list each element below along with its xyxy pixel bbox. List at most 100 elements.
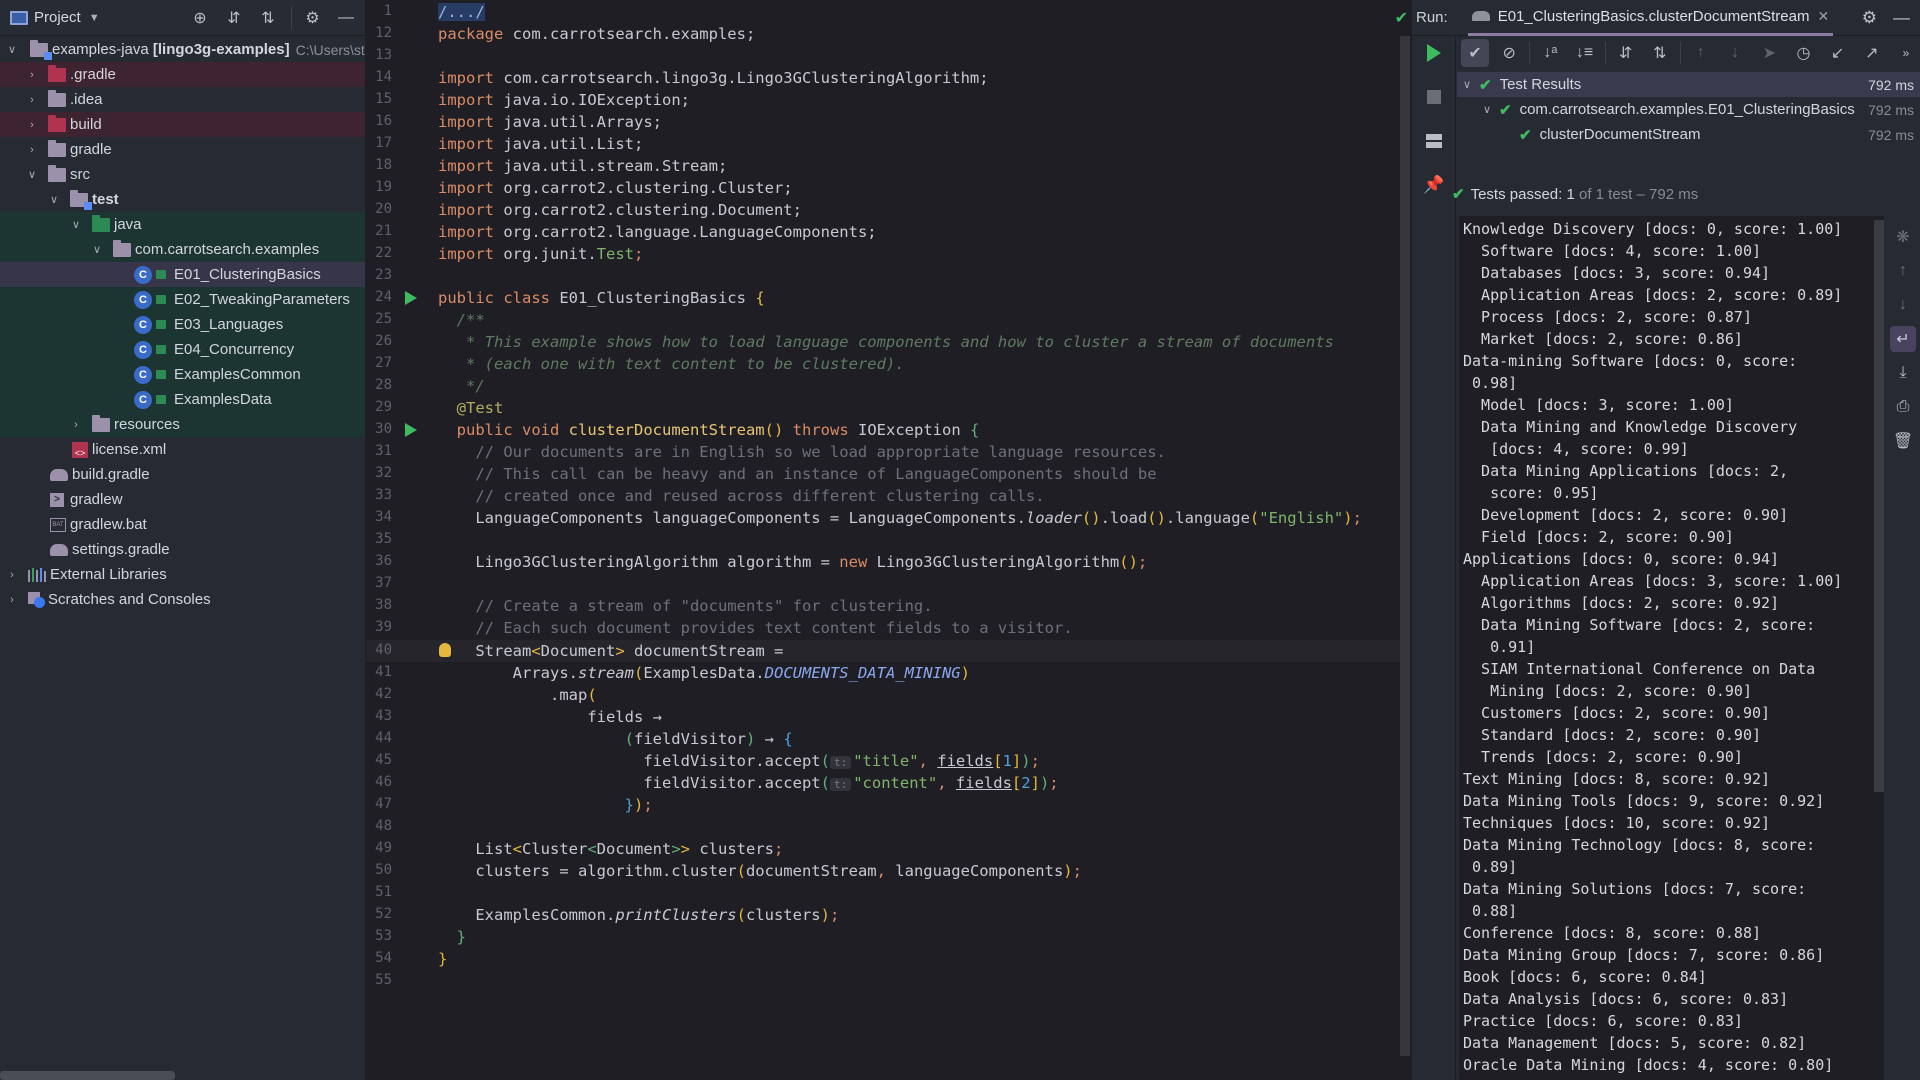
line-number: 28 [375, 377, 392, 393]
export-tests-icon[interactable]: ↗ [1858, 39, 1886, 67]
tree-item-src[interactable]: ∨ src [0, 162, 365, 187]
sort-alphabetically-button[interactable]: ↓ᵃ [1536, 39, 1564, 67]
run-test-gutter-icon[interactable] [405, 423, 417, 437]
lightbulb-icon[interactable] [439, 643, 451, 657]
tree-item-test[interactable]: ∨ test [0, 187, 365, 212]
tree-item-license-xml[interactable]: <> license.xml [0, 437, 365, 462]
chevron-down-icon[interactable]: ∨ [89, 243, 105, 256]
chevron-right-icon[interactable]: › [4, 594, 20, 606]
pin-tab-button[interactable]: 📌 [1422, 173, 1446, 197]
lock-icon [156, 270, 166, 279]
chevron-right-icon[interactable]: › [24, 119, 40, 131]
code-line-34: LanguageComponents languageComponents = … [475, 509, 1362, 527]
code-editor[interactable]: 1 12 13 14 15 16 17 18 19 20 21 22 23 24 25 26 27 28 29 30 3… [366, 0, 1412, 1080]
chevron-right-icon[interactable]: › [24, 94, 40, 106]
code-line-26: * This example shows how to load languag… [456, 333, 1334, 351]
tree-item-build[interactable]: › build [0, 112, 365, 137]
lock-icon [156, 395, 166, 404]
tree-item-project-root[interactable]: ∨ examples-java [lingo3g-examples] C:\Us… [0, 37, 365, 62]
soft-wrap-icon[interactable]: ↵ [1890, 326, 1916, 352]
next-failed-arrow-icon[interactable]: ↓ [1721, 39, 1749, 67]
console-output[interactable]: Knowledge Discovery [docs: 0, score: 1.0… [1459, 216, 1884, 1080]
show-ignored-toggle[interactable]: ⊘ [1495, 39, 1523, 67]
hide-panel-icon[interactable]: — [1893, 8, 1910, 28]
more-actions-icon[interactable]: » [1892, 39, 1920, 67]
previous-failed-arrow-icon[interactable]: ↑ [1687, 39, 1715, 67]
expand-all-icon[interactable]: ⇵ [223, 7, 245, 29]
project-horizontal-scrollbar[interactable] [0, 1071, 175, 1080]
tree-item-scratches[interactable]: › Scratches and Consoles [0, 587, 365, 612]
scroll-to-end-icon[interactable]: ⤓ [1890, 360, 1916, 386]
console-vertical-scrollbar[interactable] [1874, 220, 1884, 792]
chevron-right-icon[interactable]: › [68, 419, 84, 431]
chevron-down-icon[interactable]: ▼ [89, 12, 100, 24]
test-node-root[interactable]: ∨ ✔ Test Results 792 ms [1457, 72, 1920, 97]
project-view-selector[interactable]: Project [34, 9, 81, 26]
debug-bubbles-icon[interactable]: ❋ [1890, 224, 1916, 250]
gear-icon[interactable]: ⚙ [1862, 8, 1877, 28]
expand-all-icon[interactable]: ⇵ [1612, 39, 1640, 67]
code-line-40: Stream<Document> documentStream = [475, 642, 784, 660]
run-header: Run: E01_ClusteringBasics.clusterDocumen… [1412, 0, 1920, 36]
test-node-method[interactable]: ✔ clusterDocumentStream 792 ms [1457, 122, 1920, 147]
tree-item-external-libraries[interactable]: › External Libraries [0, 562, 365, 587]
collapse-all-icon[interactable]: ⇅ [257, 7, 279, 29]
tree-item-gradle-dir[interactable]: › .gradle [0, 62, 365, 87]
chevron-down-icon[interactable]: ∨ [46, 193, 62, 206]
test-source-folder-icon [92, 214, 110, 232]
tree-item-class-e04[interactable]: C E04_Concurrency [0, 337, 365, 362]
import-tests-icon[interactable]: ↙ [1824, 39, 1852, 67]
console-line: Oracle Data Mining [docs: 4, score: 0.80… [1463, 1056, 1834, 1074]
code-line-42: .map( [549, 686, 597, 704]
editor-vertical-scrollbar[interactable] [1400, 36, 1410, 1056]
show-passed-toggle[interactable]: ✔ [1461, 39, 1490, 67]
close-icon[interactable]: ✕ [1818, 8, 1830, 25]
chevron-right-icon[interactable]: › [4, 569, 20, 581]
tree-item-idea[interactable]: › .idea [0, 87, 365, 112]
console-line: Data Mining Applications [docs: 2, [1463, 462, 1789, 480]
tree-item-class-examples-data[interactable]: C ExamplesData [0, 387, 365, 412]
run-class-gutter-icon[interactable] [405, 291, 417, 305]
tree-item-class-examples-common[interactable]: C ExamplesCommon [0, 362, 365, 387]
gradle-import-icon[interactable]: ➤ [1755, 39, 1783, 67]
tree-item-gradlew[interactable]: > gradlew [0, 487, 365, 512]
tree-item-build-gradle[interactable]: build.gradle [0, 462, 365, 487]
bat-file-icon: BAT [50, 517, 66, 532]
rerun-button[interactable] [1422, 41, 1446, 65]
inspection-ok-icon[interactable]: ✔ [1395, 8, 1408, 27]
chevron-down-icon[interactable]: ∨ [4, 43, 20, 56]
chevron-down-icon[interactable]: ∨ [68, 218, 84, 231]
chevron-down-icon[interactable]: ∨ [24, 168, 40, 181]
up-arrow-icon[interactable]: ↑ [1890, 258, 1916, 284]
tree-item-class-e02[interactable]: C E02_TweakingParameters [0, 287, 365, 312]
lock-icon [156, 345, 166, 354]
tree-item-package[interactable]: ∨ com.carrotsearch.examples [0, 237, 365, 262]
tree-item-settings-gradle[interactable]: settings.gradle [0, 537, 365, 562]
test-node-class[interactable]: ∨ ✔ com.carrotsearch.examples.E01_Cluste… [1457, 97, 1920, 122]
chevron-down-icon[interactable]: ∨ [1479, 103, 1495, 116]
chevron-down-icon[interactable]: ∨ [1459, 78, 1475, 91]
folded-header-comment[interactable]: /.../ [438, 3, 485, 21]
sort-by-duration-button[interactable]: ↓≡ [1570, 39, 1598, 67]
tree-item-java[interactable]: ∨ java [0, 212, 365, 237]
gear-icon[interactable]: ⚙ [291, 7, 323, 29]
console-line: Algorithms [docs: 2, score: 0.92] [1463, 594, 1780, 612]
tree-item-class-e01[interactable]: C E01_ClusteringBasics [0, 262, 365, 287]
chevron-right-icon[interactable]: › [24, 144, 40, 156]
down-arrow-icon[interactable]: ↓ [1890, 292, 1916, 318]
hide-panel-icon[interactable]: — [335, 7, 357, 29]
chevron-right-icon[interactable]: › [24, 69, 40, 81]
stop-button[interactable] [1422, 85, 1446, 109]
collapse-all-icon[interactable]: ⇅ [1646, 39, 1674, 67]
test-history-icon[interactable]: ◷ [1789, 39, 1817, 67]
line-number: 32 [375, 465, 392, 481]
tree-item-gradlew-bat[interactable]: BAT gradlew.bat [0, 512, 365, 537]
print-icon[interactable]: ⎙ [1890, 394, 1916, 420]
run-tab[interactable]: E01_ClusteringBasics.clusterDocumentStre… [1467, 0, 1834, 36]
tree-item-class-e03[interactable]: C E03_Languages [0, 312, 365, 337]
trash-icon[interactable]: 🗑 [1890, 428, 1916, 454]
tree-item-resources[interactable]: › resources [0, 412, 365, 437]
layout-button[interactable] [1422, 129, 1446, 153]
locate-file-icon[interactable]: ⊕ [189, 7, 211, 29]
tree-item-gradle[interactable]: › gradle [0, 137, 365, 162]
